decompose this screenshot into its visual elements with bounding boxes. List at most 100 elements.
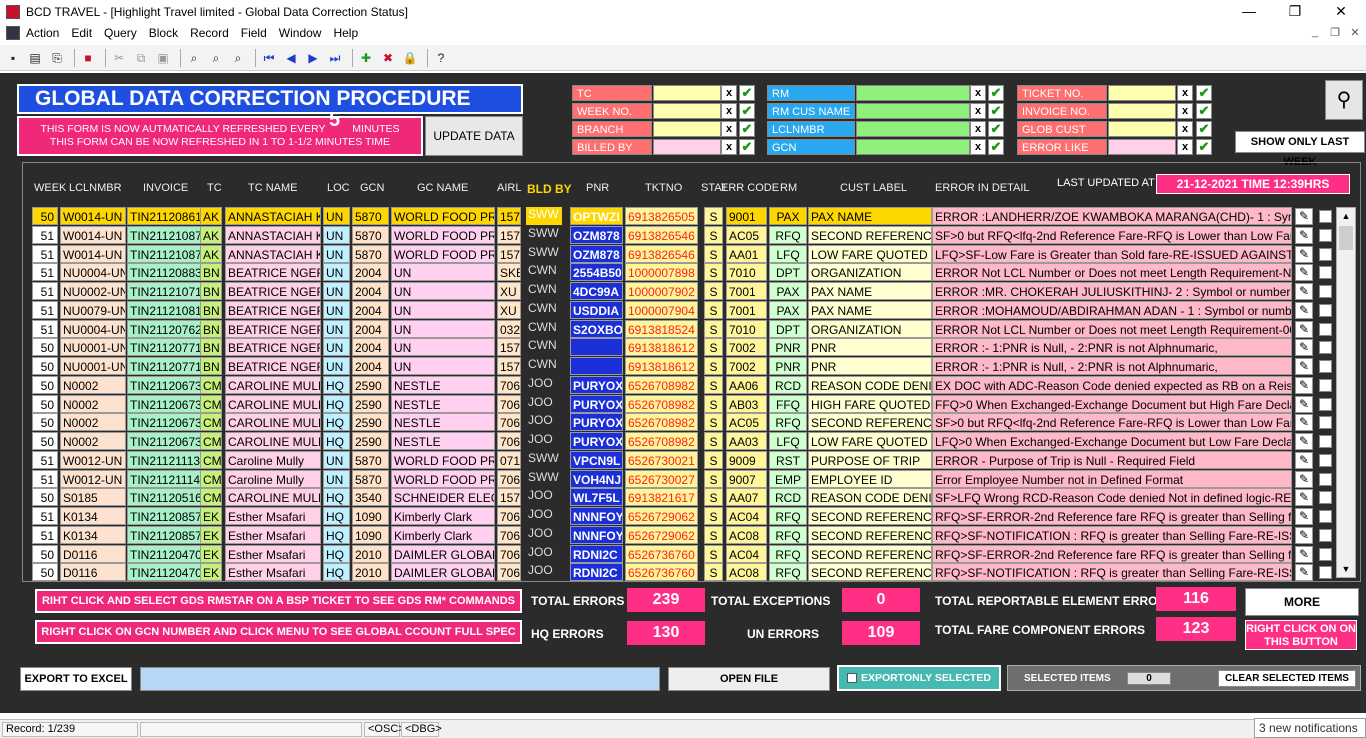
filter-ticket-apply-icon[interactable]: ✔ [1196, 85, 1212, 101]
cell-loc[interactable]: HQ [323, 507, 350, 525]
cell-week[interactable]: 50 [32, 413, 58, 432]
cell-rm[interactable]: RFQ [769, 525, 807, 544]
edit-icon[interactable]: ✎ [1295, 414, 1313, 432]
cell-error-detail[interactable]: RFQ>SF-ERROR-2nd Reference fare RFQ is g… [932, 507, 1292, 525]
cell-gc-name[interactable]: Kimberly Clark [391, 525, 495, 544]
open-file-button[interactable]: OPEN FILE [668, 667, 830, 691]
cell-tc[interactable]: BN [200, 319, 222, 338]
table-row[interactable]: 51 K0134 TIN21120857 EK Esther Msafari HQ 1090… [32, 507, 1332, 526]
cell-tc-name[interactable]: BEATRICE NGERE [225, 357, 321, 375]
minimize-button[interactable]: — [1226, 0, 1272, 23]
filter-rmcus-input[interactable] [856, 103, 970, 119]
cell-bld-by[interactable]: SWW [526, 451, 562, 469]
cell-week[interactable]: 51 [32, 469, 58, 488]
cell-invoice[interactable]: TIN21120857 [127, 507, 203, 525]
cell-tc[interactable]: EK [200, 507, 222, 525]
cell-week[interactable]: 51 [32, 300, 58, 319]
cell-lclnmbr[interactable]: W0014-UN [60, 244, 126, 263]
cell-error-detail[interactable]: ERROR :- 1:PNR is Null, - 2:PNR is not A… [932, 357, 1292, 375]
cell-bld-by[interactable]: SWW [526, 470, 562, 488]
cell-invoice[interactable]: TIN21120857 [127, 525, 203, 544]
cell-invoice[interactable]: TIN21120673 [127, 432, 203, 450]
cell-tc[interactable]: BN [200, 357, 222, 375]
edit-icon[interactable]: ✎ [1295, 489, 1313, 507]
cell-bld-by[interactable]: CWN [526, 263, 562, 281]
cell-bld-by[interactable]: JOO [526, 563, 562, 581]
cell-tktno[interactable]: 1000007902 [625, 282, 698, 300]
cell-loc[interactable]: UN [323, 225, 350, 244]
paste-icon[interactable]: ▣ [154, 49, 172, 67]
cell-lclnmbr[interactable]: D0116 [60, 563, 126, 582]
cell-lclnmbr[interactable]: K0134 [60, 525, 126, 544]
cell-airl[interactable]: XU [497, 282, 521, 300]
cell-tktno[interactable]: 6913826546 [625, 225, 698, 244]
cell-airl[interactable]: 157 [497, 357, 521, 375]
cell-err-code[interactable]: 9009 [726, 450, 767, 469]
cell-tktno[interactable]: 6526730021 [625, 450, 698, 469]
cell-gc-name[interactable]: NESTLE [391, 375, 495, 394]
row-select-checkbox[interactable] [1319, 303, 1332, 317]
cell-tc-name[interactable]: CAROLINE MULLY [225, 394, 321, 413]
cell-cust-label[interactable]: SECOND REFERENCE FA [808, 225, 932, 244]
cell-tc[interactable]: AK [200, 207, 222, 225]
menu-action[interactable]: Action [26, 26, 59, 40]
cell-invoice[interactable]: TIN21120883 [127, 263, 203, 282]
cell-rm[interactable]: DPT [769, 319, 807, 338]
cell-cust-label[interactable]: PAX NAME [808, 300, 932, 319]
cell-week[interactable]: 51 [32, 319, 58, 338]
cell-cust-label[interactable]: LOW FARE QUOTED [808, 432, 932, 450]
cell-invoice[interactable]: TIN21120673 [127, 375, 203, 394]
cell-invoice[interactable]: TIN21120762 [127, 319, 203, 338]
cell-loc[interactable]: HQ [323, 413, 350, 432]
cell-rm[interactable]: EMP [769, 469, 807, 488]
table-row[interactable]: 51NU0002-UNTIN21121071BNBEATRICE NGEREUN… [32, 282, 1332, 301]
scroll-down-icon[interactable]: ▼ [1337, 561, 1355, 577]
cell-tktno[interactable]: 6526708982 [625, 432, 698, 450]
cell-error-detail[interactable]: ERROR Not LCL Number or Does not meet Le… [932, 263, 1292, 282]
row-select-checkbox[interactable] [1319, 528, 1332, 542]
cell-airl[interactable]: 706 [497, 544, 521, 563]
cell-tc-name[interactable]: Caroline Mully [225, 469, 321, 488]
cell-gcn[interactable]: 5870 [352, 469, 389, 488]
cell-tc[interactable]: CM [200, 413, 222, 432]
cell-rm[interactable]: PNR [769, 357, 807, 375]
cell-error-detail[interactable]: ERROR :MOHAMOUD/ABDIRAHMAN ADAN - 1 : Sy… [932, 300, 1292, 319]
cell-loc[interactable]: UN [323, 450, 350, 469]
cell-err-code[interactable]: 9007 [726, 469, 767, 488]
cell-lclnmbr[interactable]: D0116 [60, 544, 126, 563]
cell-cust-label[interactable]: ORGANIZATION [808, 263, 932, 282]
cell-tc-name[interactable]: BEATRICE NGERE [225, 338, 321, 357]
cell-tc[interactable]: CM [200, 469, 222, 488]
table-scrollbar[interactable]: ▲ ▼ [1336, 207, 1356, 578]
cell-rm[interactable]: RFQ [769, 225, 807, 244]
cell-invoice[interactable]: TIN21121087 [127, 244, 203, 263]
cell-bld-by[interactable]: JOO [526, 376, 562, 394]
cell-week[interactable]: 51 [32, 507, 58, 525]
table-row[interactable]: 51 W0012-UN TIN21121114 CM Caroline Mully UN 5… [32, 469, 1332, 489]
filter-lclnmbr-input[interactable] [856, 121, 970, 137]
cell-gcn[interactable]: 2590 [352, 375, 389, 394]
cell-loc[interactable]: HQ [323, 563, 350, 582]
cell-gc-name[interactable]: UN [391, 300, 495, 319]
cell-tc-name[interactable]: CAROLINE MULLY [225, 375, 321, 394]
more-summaries-button[interactable]: MORE SUMMARIES [1245, 588, 1359, 635]
cell-cust-label[interactable]: SECOND REFERENCE FA [808, 563, 932, 582]
cell-gcn[interactable]: 2004 [352, 263, 389, 282]
filter-lclnmbr-apply-icon[interactable]: ✔ [988, 121, 1004, 137]
filter-gcn-clear[interactable]: x [970, 139, 986, 155]
filter-gcn-apply-icon[interactable]: ✔ [988, 139, 1004, 155]
cell-lclnmbr[interactable]: W0014-UN [60, 225, 126, 244]
cell-airl[interactable]: 157 [497, 244, 521, 263]
table-row[interactable]: 50N0002TIN21120673CMCAROLINE MULLYHQ2590… [32, 432, 1332, 451]
cell-loc[interactable]: UN [323, 319, 350, 338]
cell-gc-name[interactable]: NESTLE [391, 413, 495, 432]
table-row[interactable]: 50NU0001-UNTIN21120771BNBEATRICE NGEREUN… [32, 357, 1332, 376]
cell-tc-name[interactable]: Esther Msafari [225, 563, 321, 582]
cell-week[interactable]: 51 [32, 263, 58, 282]
table-row[interactable]: 51 W0014-UN TIN21121087 AK ANNASTACIAH KI UN 5… [32, 244, 1332, 264]
col-header-tktno[interactable]: TKTNO [645, 182, 682, 194]
cell-tktno[interactable]: 1000007898 [625, 263, 698, 282]
cell-tktno[interactable]: 6526736760 [625, 544, 698, 563]
cell-invoice[interactable]: TIN21120861 [127, 207, 203, 225]
cell-bld-by[interactable]: JOO [526, 395, 562, 413]
